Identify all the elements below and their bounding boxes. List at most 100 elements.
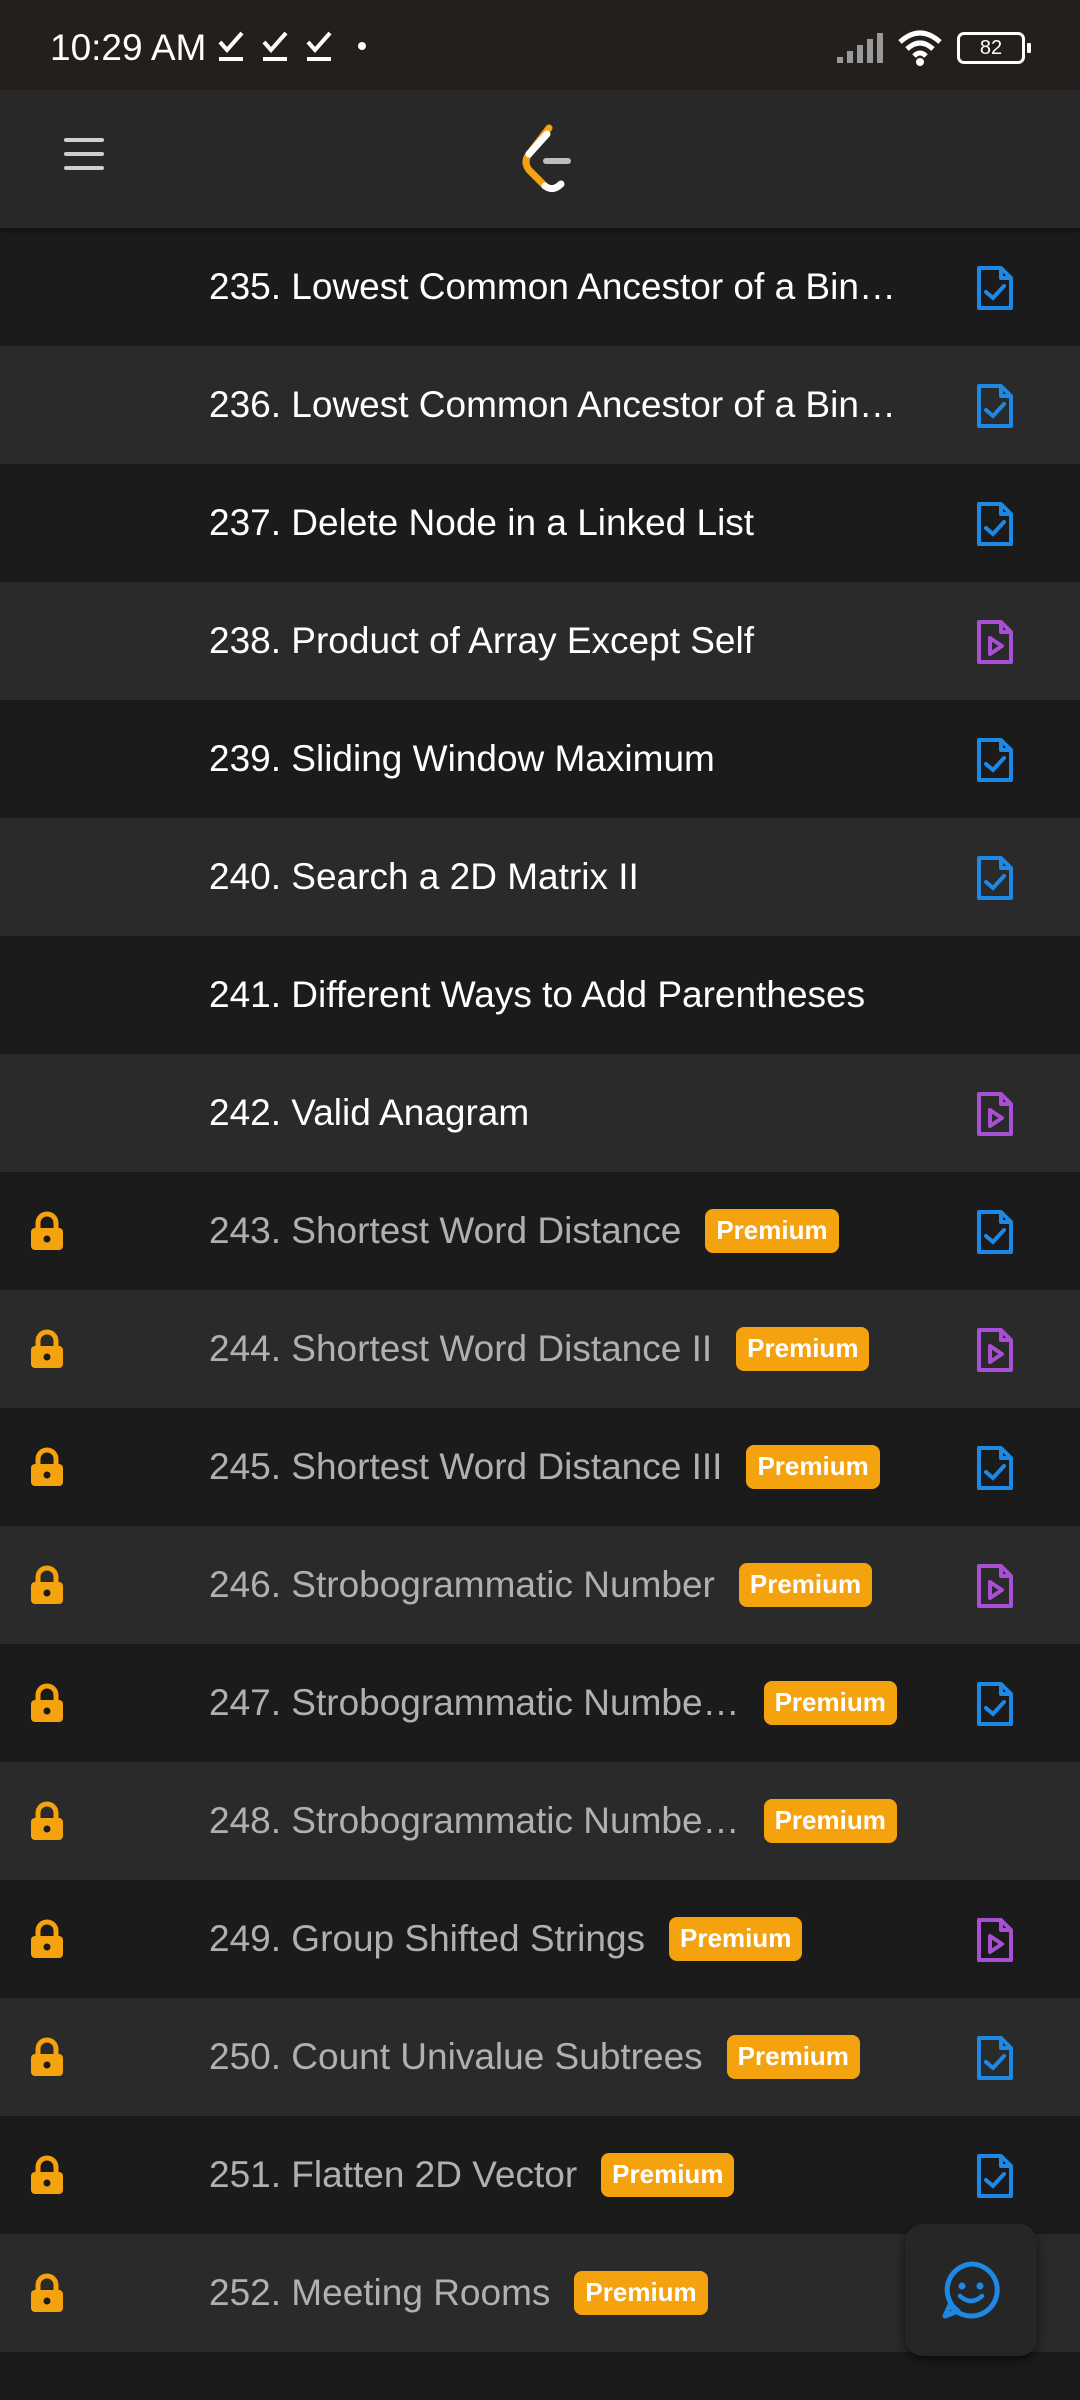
solution-check-icon[interactable]	[975, 383, 1015, 429]
solution-check-icon[interactable]	[975, 855, 1015, 901]
problem-row[interactable]: 251. Flatten 2D Vector Premium	[0, 2116, 1080, 2234]
problem-row[interactable]: 244. Shortest Word Distance II Premium	[0, 1290, 1080, 1408]
problem-row[interactable]: 241. Different Ways to Add Parentheses	[0, 936, 1080, 1054]
lock-icon	[31, 1565, 63, 1604]
problem-title: 238. Product of Array Except Self	[209, 620, 755, 661]
lock-icon	[31, 1447, 63, 1486]
lock-icon	[31, 1683, 63, 1722]
problem-title: 240. Search a 2D Matrix II	[209, 856, 639, 897]
chat-smiley-icon	[942, 2261, 1000, 2319]
problem-title: 249. Group Shifted Strings	[209, 1918, 646, 1959]
solution-check-icon[interactable]	[975, 1445, 1015, 1491]
wifi-icon	[898, 30, 942, 66]
dot-icon	[358, 42, 366, 50]
lock-icon	[31, 2273, 63, 2312]
premium-badge: Premium	[746, 1445, 880, 1489]
problem-title: 248. Strobogrammatic Numbe…	[209, 1800, 740, 1841]
problem-title-wrap: 235. Lowest Common Ancestor of a Bin…	[209, 228, 896, 346]
battery-icon: 82	[957, 32, 1031, 64]
chat-fab-button[interactable]	[905, 2224, 1037, 2356]
problem-title: 246. Strobogrammatic Number	[209, 1564, 715, 1605]
lock-icon	[31, 1211, 63, 1250]
premium-badge: Premium	[763, 1799, 897, 1843]
problem-row[interactable]: 237. Delete Node in a Linked List	[0, 464, 1080, 582]
problem-title-wrap: 250. Count Univalue Subtrees Premium	[209, 1998, 860, 2116]
problem-title: 247. Strobogrammatic Numbe…	[209, 1682, 740, 1723]
premium-badge: Premium	[736, 1327, 870, 1371]
problem-title-wrap: 251. Flatten 2D Vector Premium	[209, 2116, 735, 2234]
status-time: 10:29 AM	[50, 27, 207, 68]
problem-title-wrap: 243. Shortest Word Distance Premium	[209, 1172, 839, 1290]
solution-check-icon[interactable]	[975, 1681, 1015, 1727]
problem-title: 236. Lowest Common Ancestor of a Bin…	[209, 384, 896, 425]
check-download-icon	[218, 31, 244, 61]
problem-title: 244. Shortest Word Distance II	[209, 1328, 713, 1369]
problem-row[interactable]: 247. Strobogrammatic Numbe… Premium	[0, 1644, 1080, 1762]
problem-title: 245. Shortest Word Distance III	[209, 1446, 723, 1487]
video-solution-icon[interactable]	[975, 1917, 1015, 1963]
problem-title: 251. Flatten 2D Vector	[209, 2154, 578, 2195]
problem-title: 242. Valid Anagram	[209, 1092, 530, 1133]
solution-check-icon[interactable]	[975, 737, 1015, 783]
problem-row[interactable]: 238. Product of Array Except Self	[0, 582, 1080, 700]
problem-title-wrap: 240. Search a 2D Matrix II	[209, 818, 639, 936]
video-solution-icon[interactable]	[975, 1563, 1015, 1609]
problem-title: 237. Delete Node in a Linked List	[209, 502, 755, 543]
solution-check-icon[interactable]	[975, 1209, 1015, 1255]
problem-row[interactable]: 249. Group Shifted Strings Premium	[0, 1880, 1080, 1998]
system-icons: 82	[835, 30, 1031, 66]
app-bar	[0, 90, 1080, 228]
problem-row[interactable]: 248. Strobogrammatic Numbe… Premium	[0, 1762, 1080, 1880]
premium-badge: Premium	[726, 2035, 860, 2079]
check-download-icon	[306, 31, 332, 61]
problem-title-wrap: 242. Valid Anagram	[209, 1054, 529, 1172]
problem-title-wrap: 241. Different Ways to Add Parentheses	[209, 936, 865, 1054]
premium-badge: Premium	[705, 1209, 839, 1253]
problem-title: 241. Different Ways to Add Parentheses	[209, 974, 866, 1015]
problem-row[interactable]: 250. Count Univalue Subtrees Premium	[0, 1998, 1080, 2116]
video-solution-icon[interactable]	[975, 1091, 1015, 1137]
lock-icon	[31, 1919, 63, 1958]
lock-icon	[31, 2155, 63, 2194]
problem-title-wrap: 237. Delete Node in a Linked List	[209, 464, 754, 582]
lock-icon	[31, 1329, 63, 1368]
problem-list: 235. Lowest Common Ancestor of a Bin… 23…	[0, 228, 1080, 2352]
problem-title: 243. Shortest Word Distance	[209, 1210, 682, 1251]
problem-row[interactable]: 240. Search a 2D Matrix II	[0, 818, 1080, 936]
solution-check-icon[interactable]	[975, 265, 1015, 311]
problem-title: 250. Count Univalue Subtrees	[209, 2036, 703, 2077]
hamburger-menu-icon[interactable]	[64, 138, 104, 178]
premium-badge: Premium	[574, 2271, 708, 2315]
signal-icon	[837, 33, 883, 63]
premium-badge: Premium	[763, 1681, 897, 1725]
problem-title-wrap: 239. Sliding Window Maximum	[209, 700, 715, 818]
solution-check-icon[interactable]	[975, 2035, 1015, 2081]
leetcode-logo-icon[interactable]	[517, 124, 577, 194]
solution-check-icon[interactable]	[975, 2153, 1015, 2199]
solution-check-icon[interactable]	[975, 501, 1015, 547]
problem-title-wrap: 249. Group Shifted Strings Premium	[209, 1880, 803, 1998]
video-solution-icon[interactable]	[975, 1327, 1015, 1373]
lock-icon	[31, 2037, 63, 2076]
notification-icons	[216, 30, 366, 62]
problem-title-wrap: 245. Shortest Word Distance III Premium	[209, 1408, 880, 1526]
lock-icon	[31, 1801, 63, 1840]
problem-title-wrap: 248. Strobogrammatic Numbe… Premium	[209, 1762, 897, 1880]
problem-row[interactable]: 246. Strobogrammatic Number Premium	[0, 1526, 1080, 1644]
problem-title-wrap: 246. Strobogrammatic Number Premium	[209, 1526, 873, 1644]
problem-title-wrap: 238. Product of Array Except Self	[209, 582, 754, 700]
problem-title: 252. Meeting Rooms	[209, 2272, 551, 2313]
premium-badge: Premium	[601, 2153, 735, 2197]
problem-row[interactable]: 235. Lowest Common Ancestor of a Bin…	[0, 228, 1080, 346]
problem-title-wrap: 247. Strobogrammatic Numbe… Premium	[209, 1644, 897, 1762]
premium-badge: Premium	[669, 1917, 803, 1961]
problem-title-wrap: 236. Lowest Common Ancestor of a Bin…	[209, 346, 896, 464]
problem-row[interactable]: 243. Shortest Word Distance Premium	[0, 1172, 1080, 1290]
problem-row[interactable]: 236. Lowest Common Ancestor of a Bin…	[0, 346, 1080, 464]
status-bar: 10:29 AM 82	[0, 0, 1080, 90]
video-solution-icon[interactable]	[975, 619, 1015, 665]
problem-title-wrap: 244. Shortest Word Distance II Premium	[209, 1290, 870, 1408]
problem-row[interactable]: 242. Valid Anagram	[0, 1054, 1080, 1172]
problem-row[interactable]: 245. Shortest Word Distance III Premium	[0, 1408, 1080, 1526]
problem-row[interactable]: 239. Sliding Window Maximum	[0, 700, 1080, 818]
